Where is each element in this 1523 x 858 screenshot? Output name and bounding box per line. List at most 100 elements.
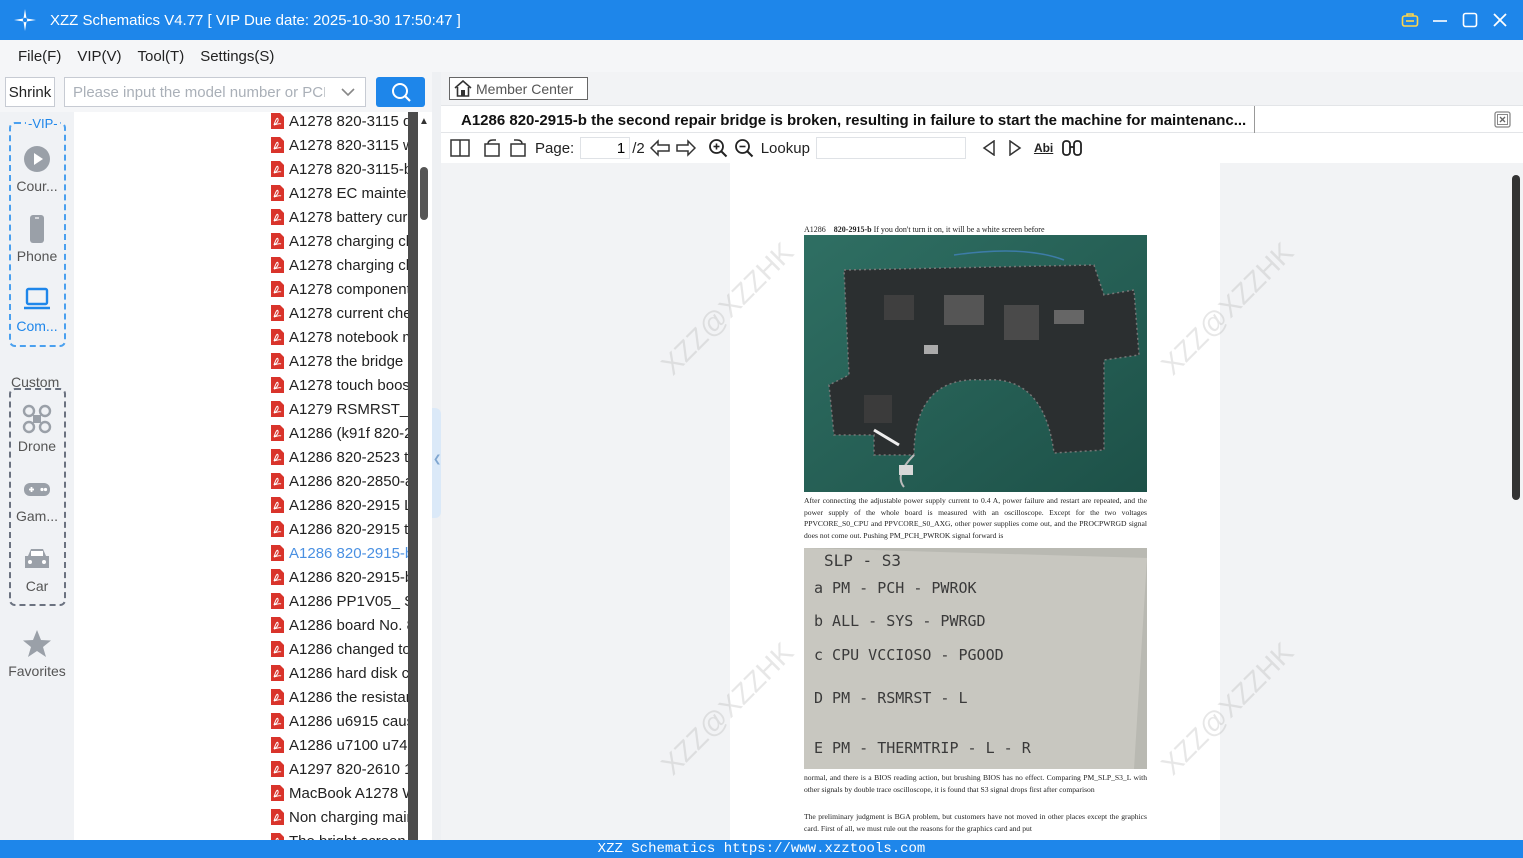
page-number-input[interactable]: [580, 137, 631, 159]
model-search-combobox[interactable]: [64, 77, 366, 107]
rotate-left-icon: [484, 139, 500, 157]
pdf-file-icon: [271, 281, 284, 297]
match-case-button[interactable]: Abi: [1034, 137, 1053, 159]
find-next-button[interactable]: [1004, 137, 1026, 159]
pdf-file-icon: [271, 761, 284, 777]
close-tab-icon[interactable]: [1494, 111, 1511, 128]
vip-group-label: -VIP-: [26, 116, 60, 131]
menu-tool[interactable]: Tool(T): [138, 48, 185, 65]
pdf-file-icon: [271, 569, 284, 585]
category-label: Com...: [16, 318, 58, 334]
pdf-file-icon: [271, 641, 284, 657]
document-panel: Member Center A1286 820-2915-b the secon…: [441, 72, 1523, 840]
pdf-file-icon: [271, 497, 284, 513]
category-drone[interactable]: Drone: [0, 404, 74, 454]
pdf-file-icon: [271, 425, 284, 441]
chevron-down-icon[interactable]: [341, 86, 355, 98]
scroll-up-arrow-icon[interactable]: ▲: [419, 116, 429, 127]
search-icon: [391, 83, 411, 102]
viewer-scrollbar[interactable]: [1509, 163, 1523, 840]
close-button[interactable]: [1491, 11, 1509, 29]
viewer-scrollbar-thumb[interactable]: [1512, 175, 1520, 500]
shrink-button[interactable]: Shrink: [5, 77, 55, 107]
footer-bar: XZZ Schematics https://www.xzztools.com: [0, 840, 1523, 858]
triangle-right-icon: [1009, 140, 1022, 156]
collapse-panel-handle[interactable]: ❮: [432, 408, 441, 518]
binoculars-icon: [1062, 140, 1083, 156]
title-bar: XZZ Schematics V4.77 [ VIP Due date: 202…: [0, 0, 1523, 40]
category-computer[interactable]: Com...: [0, 284, 74, 334]
zoom-in-button[interactable]: [707, 137, 729, 159]
two-page-view-button[interactable]: [449, 137, 471, 159]
rotate-left-button[interactable]: [481, 137, 503, 159]
pdf-file-icon: [271, 329, 284, 345]
search-toolbar: Shrink: [0, 72, 440, 112]
search-button[interactable]: [376, 77, 425, 107]
pdf-file-icon: [271, 689, 284, 705]
pdf-page: A1286 820-2915-b If you don't turn it on…: [730, 163, 1220, 840]
pdf-file-icon: [271, 833, 284, 840]
find-all-button[interactable]: [1061, 137, 1083, 159]
split-view-icon: [450, 139, 470, 157]
lookup-input[interactable]: [815, 137, 966, 159]
star-icon: [23, 630, 51, 657]
scrollbar-thumb[interactable]: [420, 167, 428, 220]
member-center-button[interactable]: Member Center: [449, 77, 588, 100]
pdf-file-icon: [271, 617, 284, 633]
window-title: XZZ Schematics V4.77 [ VIP Due date: 202…: [50, 11, 461, 29]
category-label: Cour...: [16, 178, 58, 194]
menu-file[interactable]: File(F): [18, 48, 61, 65]
pdf-file-icon: [271, 137, 284, 153]
category-sidebar: -VIP- Cour... Phone Com... Custom Drone …: [0, 112, 74, 840]
notice-icon[interactable]: [1401, 11, 1419, 29]
pdf-viewer[interactable]: A1286 820-2915-b If you don't turn it on…: [441, 163, 1523, 840]
pdf-file-icon: [271, 401, 284, 417]
rotate-right-button[interactable]: [507, 137, 529, 159]
note-line: SLP - S3: [824, 551, 901, 570]
category-phone[interactable]: Phone: [0, 214, 74, 264]
list-divider: [408, 112, 418, 840]
category-favorites[interactable]: Favorites: [0, 629, 74, 679]
category-course[interactable]: Cour...: [0, 144, 74, 194]
zoom-out-button[interactable]: [733, 137, 755, 159]
page-paragraph-1: After connecting the adjustable power su…: [804, 496, 1147, 540]
panel-splitter[interactable]: ❮: [432, 72, 441, 840]
drone-icon: [22, 404, 52, 434]
find-previous-button[interactable]: [978, 137, 1000, 159]
lookup-label: Lookup: [760, 139, 810, 157]
zoom-in-icon: [708, 139, 727, 158]
pdf-file-icon: [271, 377, 284, 393]
category-label: Car: [25, 578, 49, 594]
rotate-right-icon: [510, 139, 526, 157]
maximize-button[interactable]: [1461, 11, 1479, 29]
document-tab[interactable]: A1286 820-2915-b the second repair bridg…: [449, 106, 1255, 134]
note-line: a PM - PCH - PWROK: [814, 579, 977, 597]
pdf-file-icon: [271, 209, 284, 225]
home-icon: [454, 80, 472, 97]
note-line: E PM - THERMTRIP - L - R: [814, 739, 1032, 757]
next-page-button[interactable]: [675, 137, 697, 159]
note-line: c CPU VCCIOSO - PGOOD: [814, 646, 1004, 664]
model-search-input[interactable]: [65, 83, 325, 101]
file-list-scrollbar[interactable]: ▲: [408, 112, 432, 840]
arrow-right-icon: [675, 139, 696, 157]
minimize-button[interactable]: [1431, 11, 1449, 29]
laptop-icon: [24, 287, 50, 310]
motherboard-photo: [804, 235, 1147, 492]
category-label: Phone: [16, 248, 58, 264]
phone-icon: [30, 215, 44, 243]
menu-settings[interactable]: Settings(S): [200, 48, 274, 65]
pdf-file-icon: [271, 233, 284, 249]
triangle-left-icon: [982, 140, 995, 156]
pdf-file-icon: [271, 737, 284, 753]
pdf-file-icon: [271, 257, 284, 273]
zoom-out-icon: [734, 139, 753, 158]
category-car[interactable]: Car: [0, 544, 74, 594]
category-game[interactable]: Gam...: [0, 474, 74, 524]
pdf-file-icon: [271, 305, 284, 321]
pdf-file-icon: [271, 521, 284, 537]
pdf-file-icon: [271, 545, 284, 561]
menu-vip[interactable]: VIP(V): [77, 48, 121, 65]
pdf-file-icon: [271, 713, 284, 729]
previous-page-button[interactable]: [649, 137, 671, 159]
